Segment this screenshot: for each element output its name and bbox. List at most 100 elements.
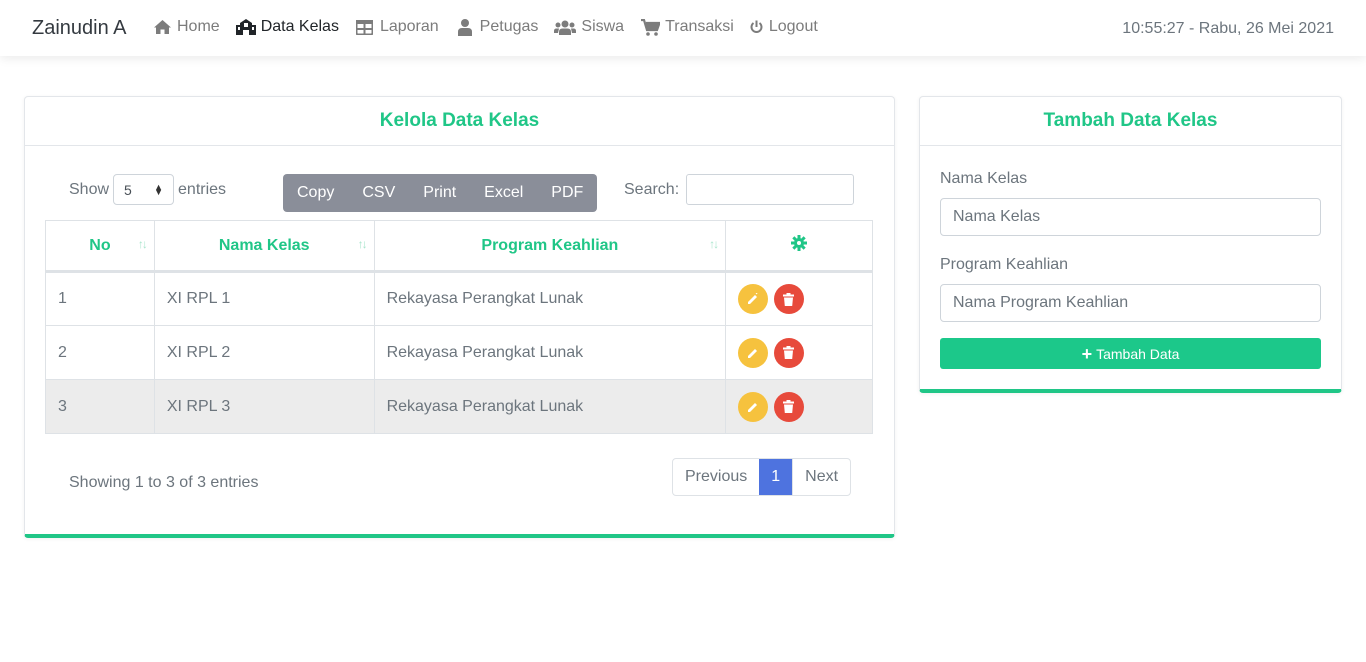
tambah-data-label: Tambah Data <box>1096 345 1180 362</box>
delete-button[interactable] <box>773 337 804 368</box>
delete-button[interactable] <box>773 391 804 422</box>
column-label: Program Keahlian <box>481 236 619 254</box>
cell-program: Rekayasa Perangkat Lunak <box>373 325 727 380</box>
nav-item-label: Petugas <box>479 18 539 35</box>
search-input[interactable] <box>686 174 855 205</box>
sort-icon: ↑↓ <box>357 237 368 251</box>
search-control: Search: <box>624 174 855 205</box>
nama-kelas-placeholder: Nama Kelas <box>953 208 1041 225</box>
kelola-card-header: Kelola Data Kelas <box>25 97 894 146</box>
clock: 10:55:27 - Rabu, 26 Mei 2021 <box>1122 20 1334 37</box>
plus-icon: + <box>1081 343 1093 364</box>
tambah-card-header: Tambah Data Kelas <box>920 97 1341 146</box>
column-label: Nama Kelas <box>218 236 310 254</box>
nav-item-data-kelas[interactable]: Data Kelas <box>235 18 339 36</box>
nama-kelas-label: Nama Kelas <box>940 170 1028 187</box>
kelola-card: Kelola Data Kelas Show 5 ▲ ▼ entries Copy… <box>24 96 895 538</box>
nav-item-home[interactable]: Home <box>152 18 220 36</box>
pagination: Previous 1 Next <box>672 458 852 496</box>
csv-button[interactable]: CSV <box>348 174 409 212</box>
page-1-button[interactable]: 1 <box>759 459 793 495</box>
cart-icon <box>640 18 660 36</box>
power-icon <box>750 18 764 36</box>
length-control: Show 5 ▲ ▼ entries <box>69 174 226 205</box>
trash-icon <box>783 292 795 306</box>
cell-no: 3 <box>45 379 155 434</box>
pencil-icon <box>748 293 758 304</box>
table-row: 2 XI RPL 2 Rekayasa Perangkat Lunak <box>45 325 873 380</box>
program-keahlian-input[interactable]: Nama Program Keahlian <box>940 284 1321 322</box>
excel-button[interactable]: Excel <box>470 174 537 212</box>
pdf-button[interactable]: PDF <box>537 174 597 212</box>
cell-actions <box>725 325 873 380</box>
edit-button[interactable] <box>738 284 769 314</box>
cell-program: Rekayasa Perangkat Lunak <box>373 379 727 434</box>
column-header-no[interactable]: No ↑↓ <box>45 220 155 273</box>
cell-actions <box>725 379 873 434</box>
delete-button[interactable] <box>773 284 804 314</box>
page-length-value: 5 <box>124 181 132 198</box>
school-icon <box>235 18 256 36</box>
column-header-actions <box>725 220 873 273</box>
table-header-row: No ↑↓ Nama Kelas ↑↓ Program Keahlian ↑↓ <box>45 220 873 273</box>
cell-no: 2 <box>45 325 155 380</box>
gear-icon <box>791 235 808 256</box>
cell-nama-kelas: XI RPL 2 <box>153 325 375 380</box>
user-icon <box>455 18 475 36</box>
home-icon <box>152 18 172 36</box>
nav-item-label: Siswa <box>581 18 625 35</box>
pencil-icon <box>748 348 758 358</box>
column-header-nama-kelas[interactable]: Nama Kelas ↑↓ <box>153 220 375 273</box>
table-info: Showing 1 to 3 of 3 entries <box>69 474 259 491</box>
trash-icon <box>783 400 795 413</box>
nav-item-logout[interactable]: Logout <box>750 18 818 36</box>
tambah-data-button[interactable]: + Tambah Data <box>940 338 1321 369</box>
program-keahlian-label: Program Keahlian <box>940 256 1069 273</box>
nav-item-label: Home <box>177 18 220 35</box>
cell-no: 1 <box>45 271 155 326</box>
edit-button[interactable] <box>738 391 769 422</box>
sort-caret-icon: ▲ ▼ <box>154 181 164 197</box>
entries-label: entries <box>178 180 227 198</box>
brand[interactable]: Zainudin A <box>32 17 127 40</box>
page-length-select[interactable]: 5 ▲ ▼ <box>113 174 175 205</box>
table-icon <box>355 18 375 36</box>
print-button[interactable]: Print <box>409 174 470 212</box>
search-label: Search: <box>624 180 680 198</box>
users-icon <box>554 18 577 36</box>
sort-icon: ↑↓ <box>137 237 148 251</box>
kelas-table: No ↑↓ Nama Kelas ↑↓ Program Keahlian ↑↓ 1 X… <box>45 220 873 434</box>
nav-item-label: Laporan <box>379 18 439 35</box>
nav-item-petugas[interactable]: Petugas <box>455 18 539 36</box>
nama-kelas-input[interactable]: Nama Kelas <box>940 198 1321 236</box>
nav-item-siswa[interactable]: Siswa <box>554 18 624 36</box>
nav-item-label: Transaksi <box>665 18 734 35</box>
show-label: Show <box>69 180 110 198</box>
nav-item-label: Data Kelas <box>260 18 339 35</box>
export-buttons: Copy CSV Print Excel PDF <box>283 174 598 212</box>
cell-nama-kelas: XI RPL 1 <box>153 271 375 326</box>
cell-program: Rekayasa Perangkat Lunak <box>373 271 727 326</box>
previous-button[interactable]: Previous <box>673 459 759 495</box>
program-keahlian-placeholder: Nama Program Keahlian <box>953 294 1129 311</box>
tambah-title: Tambah Data Kelas <box>1043 110 1218 131</box>
column-label: No <box>89 236 111 254</box>
next-button[interactable]: Next <box>792 459 850 495</box>
nav-item-label: Logout <box>768 18 818 35</box>
cell-actions <box>725 271 873 326</box>
edit-button[interactable] <box>738 337 769 368</box>
nav-item-laporan[interactable]: Laporan <box>355 18 439 36</box>
nav-menu: Home Data Kelas Laporan Petugas Siswa Tr… <box>152 18 834 36</box>
table-row: 1 XI RPL 1 Rekayasa Perangkat Lunak <box>45 271 873 326</box>
tambah-card: Tambah Data Kelas Nama Kelas Nama Kelas … <box>919 96 1342 393</box>
cell-nama-kelas: XI RPL 3 <box>153 379 375 434</box>
trash-icon <box>783 346 795 359</box>
pencil-icon <box>748 402 758 412</box>
copy-button[interactable]: Copy <box>283 174 348 212</box>
column-header-program[interactable]: Program Keahlian ↑↓ <box>373 220 727 273</box>
table-row: 3 XI RPL 3 Rekayasa Perangkat Lunak <box>45 379 873 434</box>
navbar: Zainudin A Home Data Kelas Laporan Petug… <box>0 0 1366 56</box>
nav-item-transaksi[interactable]: Transaksi <box>640 18 734 36</box>
kelola-title: Kelola Data Kelas <box>379 110 540 131</box>
sort-icon: ↑↓ <box>709 237 719 251</box>
